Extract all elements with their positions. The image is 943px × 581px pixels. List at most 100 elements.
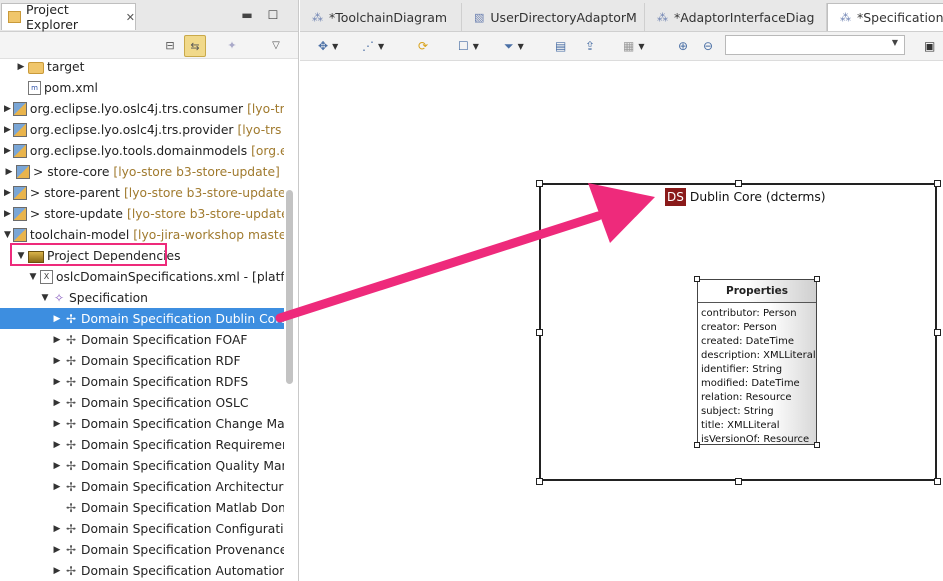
- expand-arrow-icon[interactable]: ▶: [52, 545, 62, 555]
- expand-arrow-icon[interactable]: ▶: [4, 146, 11, 156]
- properties-icon[interactable]: ▦ ▼: [623, 36, 645, 56]
- editor-tab-active[interactable]: ⁂ *SpecificationDi: [827, 3, 943, 31]
- snapshot-icon[interactable]: ⇪: [585, 36, 595, 56]
- expand-arrow-icon[interactable]: ▶: [4, 188, 11, 198]
- diagram-icon: ⁂: [840, 11, 851, 24]
- project-explorer-tab[interactable]: Project Explorer ✕: [1, 2, 136, 32]
- expand-arrow-icon[interactable]: ▶: [52, 335, 62, 345]
- domain-spec-label[interactable]: DS Dublin Core (dcterms): [665, 188, 826, 206]
- maximize-icon[interactable]: ☐: [264, 6, 282, 24]
- editor-tab[interactable]: ⁂ *ToolchainDiagram: [300, 3, 462, 31]
- tree-row[interactable]: ▶ ✢ Domain Specification FOAF: [0, 329, 284, 350]
- chevron-down-icon[interactable]: ▼: [892, 38, 898, 47]
- property-item[interactable]: isVersionOf: Resource: [698, 433, 816, 447]
- selection-handle[interactable]: [814, 442, 820, 448]
- selection-handle[interactable]: [694, 276, 700, 282]
- collapse-arrow-icon[interactable]: ▼: [28, 272, 38, 282]
- zoom-in-icon[interactable]: ⊕: [678, 36, 688, 56]
- expand-arrow-icon[interactable]: ▶: [16, 62, 26, 72]
- selection-handle[interactable]: [536, 329, 543, 336]
- filter-icon[interactable]: ⏷ ▼: [504, 36, 524, 56]
- tree-row[interactable]: ✢ Domain Specification Matlab Domain: [0, 497, 284, 518]
- filter-icon[interactable]: ✦: [222, 35, 242, 55]
- refresh-icon[interactable]: ⟳: [418, 36, 428, 56]
- property-item[interactable]: created: DateTime: [698, 335, 816, 349]
- tree-row[interactable]: ▶ > store-parent [lyo-store b3-store-updat…: [0, 182, 284, 203]
- selection-handle[interactable]: [735, 478, 742, 485]
- expand-arrow-icon[interactable]: ▶: [52, 314, 62, 324]
- tree-row[interactable]: ▶ > store-update [lyo-store b3-store-updat…: [0, 203, 284, 224]
- view-icon[interactable]: ☐ ▼: [458, 36, 479, 56]
- tree-row[interactable]: ▶ ✢ Domain Specification Provenance: [0, 539, 284, 560]
- property-item[interactable]: modified: DateTime: [698, 377, 816, 391]
- tree-row[interactable]: ▼ ✧ Specification: [0, 287, 284, 308]
- property-item[interactable]: title: XMLLiteral: [698, 419, 816, 433]
- tree-row-decoration: [lyo-store b3-store-update]: [127, 206, 284, 221]
- tree-row[interactable]: ▶ > store-core [lyo-store b3-store-update]: [0, 161, 284, 182]
- tree-row[interactable]: ▶✢ Domain Specification Requirements I: [0, 434, 284, 455]
- expand-arrow-icon[interactable]: ▶: [4, 125, 11, 135]
- tree-row[interactable]: ▶ ✢ Domain Specification Architecture M: [0, 476, 284, 497]
- property-item[interactable]: subject: String: [698, 405, 816, 419]
- selection-handle[interactable]: [814, 276, 820, 282]
- property-item[interactable]: description: XMLLiteral: [698, 349, 816, 363]
- collapse-arrow-icon[interactable]: ▼: [4, 230, 11, 240]
- collapse-all-icon[interactable]: ⊟: [160, 35, 180, 55]
- selection-handle[interactable]: [934, 329, 941, 336]
- tree-scrollbar[interactable]: [286, 190, 293, 384]
- editor-tab[interactable]: ⁂ *AdaptorInterfaceDiag: [645, 3, 827, 31]
- export-icon[interactable]: ▤: [555, 36, 566, 56]
- expand-arrow-icon[interactable]: ▶: [52, 482, 62, 492]
- tree-row[interactable]: ▶✢ Domain Specification Configuration M: [0, 518, 284, 539]
- close-icon[interactable]: ✕: [126, 11, 135, 24]
- expand-arrow-icon[interactable]: ▶: [4, 209, 11, 219]
- pom-file-icon: m: [28, 80, 41, 95]
- expand-arrow-icon[interactable]: ▶: [4, 104, 11, 114]
- properties-box[interactable]: Properties contributor: Person creator: P…: [697, 279, 817, 445]
- tree-row[interactable]: ▶ org.eclipse.lyo.tools.domainmodels [org.…: [0, 140, 284, 161]
- tree-row[interactable]: ▶ ✢ Domain Specification Automation: [0, 560, 284, 581]
- tree-row[interactable]: ▼ toolchain-model [lyo-jira-workshop maste…: [0, 224, 284, 245]
- property-item[interactable]: relation: Resource: [698, 391, 816, 405]
- property-item[interactable]: creator: Person: [698, 321, 816, 335]
- tree-row[interactable]: ▶ ✢ Domain Specification RDF: [0, 350, 284, 371]
- tree-row[interactable]: ▶✢ Domain Specification Quality Manage: [0, 455, 284, 476]
- collapse-arrow-icon[interactable]: ▼: [40, 293, 50, 303]
- expand-arrow-icon[interactable]: ▶: [4, 167, 14, 177]
- tree-row[interactable]: m pom.xml: [0, 77, 284, 98]
- minimize-icon[interactable]: ▬: [238, 6, 256, 24]
- tree-row[interactable]: ▶ org.eclipse.lyo.oslc4j.trs.provider [lyo…: [0, 119, 284, 140]
- tree-row[interactable]: ▶ ✢ Domain Specification OSLC: [0, 392, 284, 413]
- layout-icon[interactable]: ⋰ ▼: [362, 36, 384, 56]
- tree-row[interactable]: ▶ org.eclipse.lyo.oslc4j.trs.consumer [lyo…: [0, 98, 284, 119]
- expand-arrow-icon[interactable]: ▶: [52, 377, 62, 387]
- selection-handle[interactable]: [536, 180, 543, 187]
- property-item[interactable]: identifier: String: [698, 363, 816, 377]
- expand-arrow-icon[interactable]: ▶: [52, 356, 62, 366]
- zoom-out-icon[interactable]: ⊖: [703, 36, 713, 56]
- expand-arrow-icon[interactable]: ▶: [52, 419, 62, 429]
- expand-arrow-icon[interactable]: ▶: [52, 461, 62, 471]
- select-icon[interactable]: ✥ ▼: [318, 36, 338, 56]
- view-menu-icon[interactable]: ▽: [266, 35, 286, 55]
- selection-handle[interactable]: [934, 180, 941, 187]
- tree-row[interactable]: ▼ XoslcDomainSpecifications.xml - [platfo…: [0, 266, 284, 287]
- tree-row[interactable]: ▶ ✢ Domain Specification RDFS: [0, 371, 284, 392]
- camera-icon[interactable]: ▣: [924, 36, 935, 56]
- tree-row-selected[interactable]: ▶ ✢ Domain Specification Dublin Core: [0, 308, 284, 329]
- expand-arrow-icon[interactable]: ▶: [52, 398, 62, 408]
- tree-row[interactable]: ▶ target: [0, 56, 284, 77]
- expand-arrow-icon[interactable]: ▶: [52, 566, 62, 576]
- property-item[interactable]: contributor: Person: [698, 307, 816, 321]
- tree-row-label: target: [47, 59, 85, 74]
- expand-arrow-icon[interactable]: ▶: [52, 524, 62, 534]
- selection-handle[interactable]: [735, 180, 742, 187]
- editor-tab[interactable]: ▧ UserDirectoryAdaptorM: [462, 3, 645, 31]
- selection-handle[interactable]: [934, 478, 941, 485]
- expand-arrow-icon[interactable]: ▶: [52, 440, 62, 450]
- tree-row[interactable]: ▶✢ Domain Specification Change Manag: [0, 413, 284, 434]
- link-with-editor-icon[interactable]: ⇆: [184, 35, 206, 57]
- zoom-combo[interactable]: ▼: [725, 35, 905, 55]
- selection-handle[interactable]: [694, 442, 700, 448]
- selection-handle[interactable]: [536, 478, 543, 485]
